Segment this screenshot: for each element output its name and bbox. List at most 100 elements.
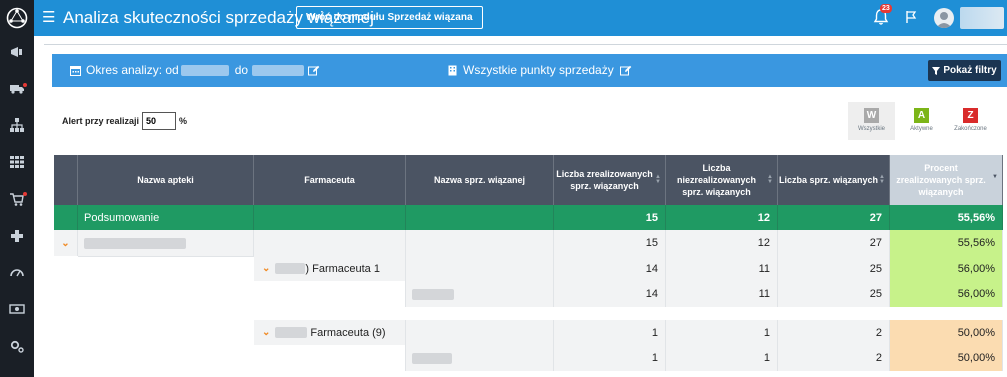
pharmacist-cell [254,345,406,371]
expand-toggle[interactable]: ⌄ [54,230,78,256]
settings-icon[interactable] [9,338,25,354]
alert-threshold: Alert przy realizaji % [62,112,187,130]
alert-threshold-input[interactable] [142,112,177,130]
campaign-icon[interactable] [9,44,25,60]
unrealized-cell: 11 [666,256,778,281]
bundle-name [406,345,554,371]
realized-cell: 1 [554,320,666,345]
sidebar [0,36,34,377]
status-finished-label: Zakończone [954,126,987,132]
bundle-cell [406,256,554,281]
status-all-letter: W [864,108,879,123]
pharmacist-id-redacted [275,263,306,274]
percent-cell: 56,00% [890,281,1003,307]
status-filter-all[interactable]: W Wszystkie [848,102,895,140]
sort-desc-icon[interactable]: ▼ [992,174,998,180]
pharmacy-name-redacted [84,237,186,249]
flag-icon[interactable] [905,10,917,24]
status-active-letter: A [914,108,929,123]
filter-bar: Okres analizy: od do Wszystkie punkty sp… [52,54,1007,87]
edit-points-icon[interactable] [619,65,632,76]
table-row: 1 1 2 50,00% [54,345,1003,371]
status-filter-finished[interactable]: Z Zakończone [947,102,994,140]
realized-cell: 14 [554,281,666,307]
plus-icon[interactable] [9,228,25,244]
unrealized-cell: 1 [666,345,778,371]
status-active-label: Aktywne [910,126,933,132]
sort-icon[interactable]: ▲ ▼ [879,174,885,185]
summary-percent: 55,56% [890,205,1003,230]
delivery-truck-icon[interactable] [9,80,25,96]
percent-cell: 55,56% [890,230,1003,256]
pharmacist-name[interactable]: ⌄ Farmaceuta (9) [254,320,406,345]
summary-expand-cell [54,205,78,230]
edit-period-icon[interactable] [308,65,320,76]
bundle-cell [406,230,554,256]
status-finished-letter: Z [963,108,978,123]
header-pharmacist[interactable]: Farmaceuta [254,155,406,205]
header-pharmacy[interactable]: Nazwa apteki [78,155,254,205]
pharmacist-name[interactable]: ⌄ ) Farmaceuta 1 [254,256,406,281]
alert-label: Alert przy realizaji [62,116,140,126]
header-total-label: Liczba sprz. wiązanych [778,175,879,185]
header-expand-col [54,155,78,205]
user-avatar-icon[interactable] [934,8,954,28]
chevron-down-icon[interactable]: ⌄ [262,263,270,274]
app-logo[interactable] [0,0,34,36]
sort-icon[interactable]: ▲ ▼ [655,174,661,185]
realized-cell: 14 [554,256,666,281]
cart-alert-dot [23,192,27,196]
pharmacist-cell [254,281,406,307]
filter-icon [932,66,941,75]
summary-total: 27 [778,205,890,230]
total-cell: 25 [778,281,890,307]
show-filters-label: Pokaż filtry [943,65,997,76]
header-bundle-name[interactable]: Nazwa sprz. wiązanej [406,155,554,205]
pharmacy-name [78,230,254,256]
money-icon[interactable] [9,301,25,317]
sales-points-label: Wszystkie punkty sprzedaży [463,63,614,77]
header-percent[interactable]: Procent zrealizowanych sprz. wiązanych ▼ [890,155,1003,205]
chevron-down-icon[interactable]: ⌄ [262,327,270,338]
status-all-label: Wszystkie [858,126,885,132]
grid-icon[interactable] [9,154,25,170]
analysis-period: Okres analizy: od do [70,63,320,78]
sort-icon[interactable]: ▲ ▼ [767,174,773,185]
header-realized[interactable]: Liczba zrealizowanych sprz. wiązanych ▲ ▼ [554,155,666,205]
summary-realized: 15 [554,205,666,230]
hamburger-icon[interactable]: ☰ [42,10,55,25]
org-structure-icon[interactable] [9,117,25,133]
status-filter-active[interactable]: A Aktywne [898,102,945,140]
period-to-label: do [234,63,249,77]
table-row: 14 11 25 56,00% [54,281,1003,307]
table-row: ⌄ ) Farmaceuta 1 14 11 25 56,00% [54,256,1003,281]
chevron-down-icon[interactable]: ⌄ [61,238,69,249]
unrealized-cell: 12 [666,230,778,256]
summary-unrealized: 12 [666,205,778,230]
back-to-module-button[interactable]: Wróć do modułu Sprzedaż wiązana [296,6,483,29]
percent-cell: 56,00% [890,256,1003,281]
header-unrealized-label: Liczba niezrealizowanych sprz. wiązanych [676,163,757,197]
summary-pharmacist-cell [254,205,406,230]
notification-count-badge: 23 [880,4,892,13]
summary-label: Podsumowanie [78,205,254,230]
total-cell: 27 [778,230,890,256]
unrealized-cell: 1 [666,320,778,345]
total-cell: 2 [778,320,890,345]
user-name[interactable] [960,7,1004,29]
header-realized-label: Liczba zrealizowanych sprz. wiązanych [556,169,653,191]
sales-points: Wszystkie punkty sprzedaży [448,63,632,78]
pharmacist-id-redacted [275,327,308,338]
content-top-border [44,44,1007,45]
row-divider [78,256,254,257]
bundle-name-redacted [412,288,454,300]
header-total[interactable]: Liczba sprz. wiązanych ▲ ▼ [778,155,890,205]
speedometer-icon[interactable] [9,264,25,280]
show-filters-button[interactable]: Pokaż filtry [928,60,1001,81]
header-percent-label: Procent zrealizowanych sprz. wiązanych [896,163,986,197]
header-unrealized[interactable]: Liczba niezrealizowanych sprz. wiązanych… [666,155,778,205]
total-cell: 2 [778,345,890,371]
realized-cell: 1 [554,345,666,371]
realized-cell: 15 [554,230,666,256]
pharmacist-label: ) Farmaceuta 1 [305,262,380,275]
